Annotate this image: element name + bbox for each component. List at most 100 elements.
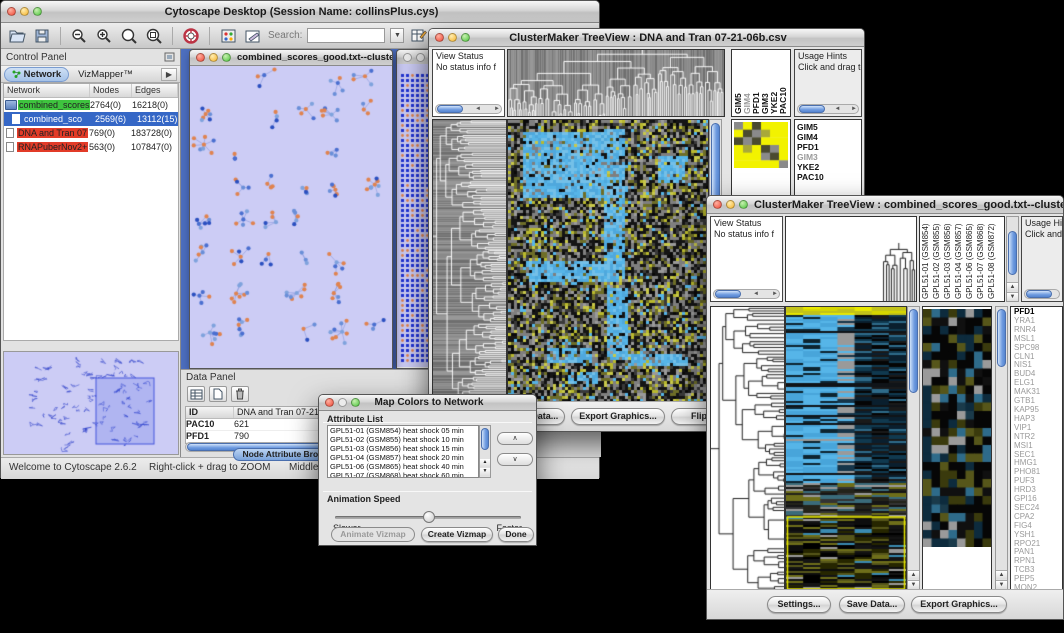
close-icon[interactable]	[325, 398, 334, 407]
annotation-button[interactable]	[243, 27, 263, 45]
network-tree-row[interactable]: RNAPuberNov2+563(0)107847(0)	[4, 140, 178, 154]
row-label[interactable]: GIM4	[795, 132, 861, 142]
scroll-thumb[interactable]	[997, 309, 1006, 367]
treeview1-titlebar[interactable]: ClusterMaker TreeView : DNA and Tran 07-…	[429, 29, 864, 47]
minimize-icon[interactable]	[416, 53, 425, 62]
overview-button[interactable]	[218, 27, 238, 45]
network-tree-row[interactable]: combined_scores2764(0)16218(0)	[4, 98, 178, 112]
zoom-out-button[interactable]	[69, 27, 89, 45]
network-window-1-titlebar[interactable]: combined_scores_good.txt--cluste...	[190, 50, 392, 66]
move-down-button[interactable]: ∨	[497, 453, 533, 466]
column-label[interactable]: PAC10	[778, 52, 787, 114]
zoom-fit-button[interactable]	[144, 27, 164, 45]
minimize-icon[interactable]	[338, 398, 347, 407]
tab-overflow-button[interactable]: ▶	[161, 68, 177, 81]
attribute-item[interactable]: GPL51-02 (GSM855) heat shock 10 min	[328, 435, 478, 444]
search-input[interactable]	[307, 28, 385, 43]
scroll-up-icon[interactable]: ▲	[908, 570, 919, 579]
network-name[interactable]: combined_sco	[23, 114, 95, 124]
network-canvas-clusters[interactable]	[190, 66, 392, 368]
scroll-thumb[interactable]	[1008, 231, 1017, 275]
row-label[interactable]: PAC10	[795, 172, 861, 182]
delete-attribute-button[interactable]	[231, 386, 249, 402]
column-label[interactable]: GPL51-03 (GSM856)	[943, 219, 954, 299]
row-label[interactable]: YKE2	[795, 162, 861, 172]
column-label[interactable]: GPL51-02 (GSM855)	[932, 219, 943, 299]
network-name[interactable]: RNAPuberNov2+	[17, 142, 89, 152]
search-dropdown-button[interactable]: ▼	[390, 28, 404, 43]
row-dendrogram[interactable]	[710, 306, 785, 592]
save-button[interactable]	[32, 27, 52, 45]
zoom-window-icon[interactable]	[739, 200, 748, 209]
move-up-button[interactable]: ∧	[497, 432, 533, 445]
scroll-thumb[interactable]	[1026, 290, 1052, 298]
column-label[interactable]: GPL51-06 (GSM865)	[965, 219, 976, 299]
scroll-left-icon[interactable]: ◄	[834, 104, 842, 115]
zoom-window-icon[interactable]	[222, 53, 231, 62]
scroll-right-icon[interactable]: ►	[771, 289, 779, 300]
column-label[interactable]: GPL51-01 (GSM854)	[921, 219, 932, 299]
scroll-down-icon[interactable]: ▼	[908, 580, 919, 589]
heatmap-main[interactable]	[785, 306, 907, 592]
heatmap-main[interactable]	[507, 119, 709, 403]
dialog-titlebar[interactable]: Map Colors to Network	[319, 395, 536, 411]
scroll-right-icon[interactable]: ►	[493, 104, 501, 115]
col-header-nodes[interactable]: Nodes	[90, 84, 132, 97]
row-label[interactable]: GIM5	[795, 122, 861, 132]
main-title-bar[interactable]: Cytoscape Desktop (Session Name: collins…	[1, 1, 599, 23]
network-tree-row[interactable]: combined_sco2569(6)13112(15)	[4, 112, 178, 126]
scroll-left-icon[interactable]: ◄	[474, 104, 482, 115]
column-label[interactable]: GIM4	[742, 52, 751, 114]
zoom-selected-button[interactable]	[119, 27, 139, 45]
export-graphics-button[interactable]: Export Graphics...	[571, 408, 665, 425]
network-window-1[interactable]: combined_scores_good.txt--cluste...	[189, 49, 393, 369]
column-label[interactable]: GIM5	[733, 52, 742, 114]
network-table-header[interactable]: Network Nodes Edges	[4, 84, 178, 98]
help-button[interactable]	[181, 27, 201, 45]
attribute-item[interactable]: GPL51-06 (GSM865) heat shock 40 min	[328, 462, 478, 471]
row-label[interactable]: GIM3	[795, 152, 861, 162]
column-label[interactable]: GPL51-04 (GSM857)	[954, 219, 965, 299]
new-attribute-button[interactable]	[209, 386, 227, 402]
settings-button[interactable]: Settings...	[767, 596, 831, 613]
zoom-heatmap[interactable]	[923, 309, 991, 547]
scroll-thumb[interactable]	[715, 290, 741, 298]
column-dendrogram[interactable]	[785, 216, 917, 302]
column-labels-scrollbar[interactable]: ▲ ▼	[1006, 216, 1019, 302]
column-label[interactable]: YKE2	[769, 52, 778, 114]
export-graphics-button[interactable]: Export Graphics...	[911, 596, 1007, 613]
animate-vizmap-button[interactable]: Animate Vizmap	[331, 527, 415, 542]
minimize-icon[interactable]	[209, 53, 218, 62]
scroll-up-icon[interactable]: ▲	[1007, 282, 1018, 291]
close-icon[interactable]	[713, 200, 722, 209]
close-icon[interactable]	[196, 53, 205, 62]
zoom-window-icon[interactable]	[351, 398, 360, 407]
attribute-item[interactable]: GPL51-07 (GSM868) heat shock 60 min	[328, 471, 478, 478]
scroll-down-icon[interactable]: ▼	[1007, 292, 1018, 301]
col-header-network[interactable]: Network	[4, 84, 90, 97]
close-icon[interactable]	[435, 33, 444, 42]
minimize-icon[interactable]	[448, 33, 457, 42]
col-header-edges[interactable]: Edges	[132, 84, 178, 97]
network-name[interactable]: DNA and Tran 07	[17, 128, 89, 138]
animation-speed-slider[interactable]	[335, 516, 521, 519]
create-vizmap-button[interactable]: Create Vizmap	[421, 527, 493, 542]
network-name[interactable]: combined_scores	[18, 100, 90, 110]
network-tree-row[interactable]: DNA and Tran 07769(0)183728(0)	[4, 126, 178, 140]
treeview2-titlebar[interactable]: ClusterMaker TreeView : combined_scores_…	[707, 196, 1063, 214]
zoom-in-button[interactable]	[94, 27, 114, 45]
tab-vizmapper[interactable]: VizMapper™	[71, 68, 140, 81]
tab-network[interactable]: Network	[4, 67, 69, 82]
scroll-up-icon[interactable]: ▲	[996, 570, 1007, 579]
view-status-scrollbar[interactable]: ◄►	[435, 104, 502, 114]
column-label[interactable]: GPL51-08 (GSM872)	[987, 219, 998, 299]
table-edit-button[interactable]	[409, 27, 429, 45]
slider-thumb[interactable]	[423, 511, 435, 523]
scroll-thumb[interactable]	[437, 105, 463, 113]
scroll-down-icon[interactable]: ▼	[996, 580, 1007, 589]
minimize-icon[interactable]	[20, 7, 29, 16]
open-file-button[interactable]	[7, 27, 27, 45]
zoom-window-icon[interactable]	[461, 33, 470, 42]
usage-hints-scrollbar[interactable]: ◄►	[797, 104, 859, 114]
close-icon[interactable]	[403, 53, 412, 62]
